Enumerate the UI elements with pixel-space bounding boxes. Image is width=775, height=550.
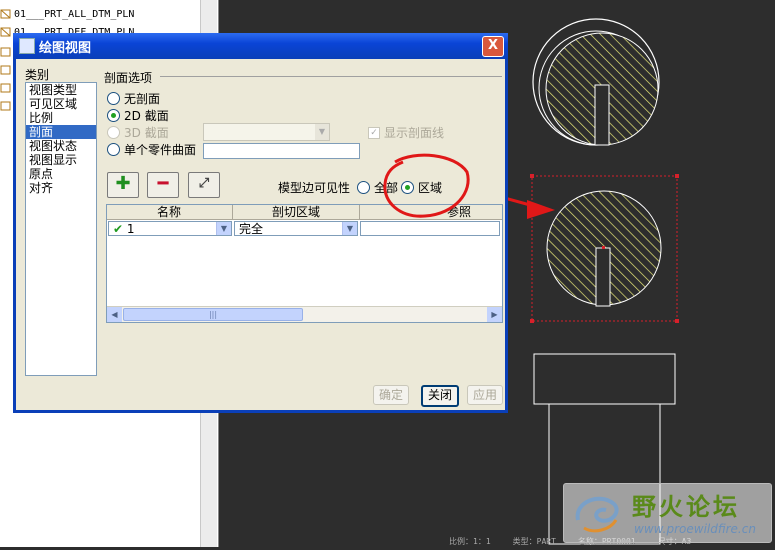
column-separator[interactable] [359, 205, 360, 219]
datum-plane-icon [0, 82, 12, 94]
radio-no-section[interactable]: 无剖面 [107, 90, 160, 107]
category-view-display[interactable]: 视图显示 [26, 153, 96, 167]
status-scale: 比例：1：1 [449, 537, 491, 546]
category-view-states[interactable]: 视图状态 [26, 139, 96, 153]
watermark-title: 野火论坛 [632, 493, 740, 521]
annotation-arrow [500, 195, 555, 219]
chevron-down-icon: ▼ [342, 222, 357, 235]
datum-plane-icon [0, 46, 12, 58]
dialog-titlebar[interactable]: 绘图视图 X [13, 33, 508, 59]
annotation-circle [383, 153, 470, 218]
radio-2d-section[interactable]: 2D 截面 [107, 107, 169, 124]
forum-logo-icon [575, 496, 619, 533]
status-type: 类型：PART [512, 537, 556, 546]
radio-label: 3D 截面 [124, 126, 169, 140]
flip-direction-button[interactable]: ⤢ [188, 172, 220, 198]
checkbox-label: 显示剖面线 [384, 126, 445, 140]
check-icon: ✔ [113, 222, 124, 236]
radio-indicator [107, 143, 120, 156]
section-view-selected[interactable] [530, 174, 679, 323]
category-alignment[interactable]: 对齐 [26, 181, 96, 195]
category-label: 类别 [25, 68, 50, 82]
dialog-icon [19, 38, 35, 54]
show-section-line-checkbox[interactable]: ✓ 显示剖面线 [368, 124, 444, 141]
table-horizontal-scrollbar[interactable]: ◀ ||| ▶ [107, 306, 502, 322]
row-name-value: 1 [126, 222, 135, 236]
category-scale[interactable]: 比例 [26, 111, 96, 125]
datum-plane-icon [0, 26, 12, 38]
checkmark-icon: ✓ [368, 126, 380, 139]
dialog-title: 绘图视图 [39, 40, 92, 56]
watermark-url: www.proewildfire.cn [634, 522, 756, 536]
radio-indicator [107, 109, 120, 122]
category-list[interactable]: 视图类型 可见区域 比例 剖面 视图状态 视图显示 原点 对齐 [25, 82, 97, 376]
radio-label: 2D 截面 [124, 109, 169, 123]
radio-indicator [107, 92, 120, 105]
ok-button[interactable]: 确定 [373, 385, 409, 405]
surface-input[interactable] [203, 143, 360, 159]
datum-plane-icon [0, 100, 12, 112]
apply-button[interactable]: 应用 [467, 385, 503, 405]
category-origin[interactable]: 原点 [26, 167, 96, 181]
3d-section-select[interactable]: ▼ [203, 123, 330, 141]
datum-plane-icon [0, 8, 12, 20]
category-sections[interactable]: 剖面 [26, 125, 96, 139]
minus-icon: ━ [157, 173, 169, 194]
tree-item-label: 01___PRT_ALL_DTM_PLN [14, 8, 135, 20]
column-separator[interactable] [232, 205, 233, 219]
column-header-name: 名称 [157, 205, 182, 219]
scroll-thumb[interactable]: ||| [123, 308, 303, 321]
edge-visibility-label: 模型边可见性 [278, 181, 351, 195]
column-header-region: 剖切区域 [272, 205, 321, 219]
radio-single-part-surface[interactable]: 单个零件曲面 [107, 141, 196, 158]
row-region-select[interactable]: 完全 ▼ [234, 221, 358, 236]
radio-label: 单个零件曲面 [124, 143, 197, 157]
close-dialog-button[interactable]: 关闭 [421, 385, 459, 407]
tree-item[interactable]: 01___PRT_ALL_DTM_PLN [0, 5, 134, 23]
category-view-type[interactable]: 视图类型 [26, 83, 96, 97]
close-button[interactable]: X [482, 36, 504, 57]
row-name-select[interactable]: ✔ 1 ▼ [108, 221, 232, 236]
scroll-right-icon[interactable]: ▶ [487, 307, 502, 322]
chevron-down-icon: ▼ [315, 124, 329, 140]
group-divider [160, 76, 502, 77]
add-section-button[interactable]: ✚ [107, 172, 139, 198]
datum-plane-icon [0, 64, 12, 76]
radio-indicator [107, 126, 120, 139]
radio-indicator [357, 181, 370, 194]
scroll-left-icon[interactable]: ◀ [107, 307, 122, 322]
section-view-top[interactable] [532, 18, 660, 146]
category-visible-area[interactable]: 可见区域 [26, 97, 96, 111]
radio-3d-section[interactable]: 3D 截面 [107, 124, 169, 141]
remove-section-button[interactable]: ━ [147, 172, 179, 198]
row-region-value: 完全 [239, 222, 264, 236]
plus-icon: ✚ [115, 173, 131, 194]
flip-icon: ⤢ [198, 176, 210, 191]
radio-label: 无剖面 [124, 92, 161, 106]
watermark: 野火论坛 www.proewildfire.cn [563, 483, 772, 543]
section-options-label: 剖面选项 [104, 71, 153, 85]
chevron-down-icon: ▼ [216, 222, 231, 235]
